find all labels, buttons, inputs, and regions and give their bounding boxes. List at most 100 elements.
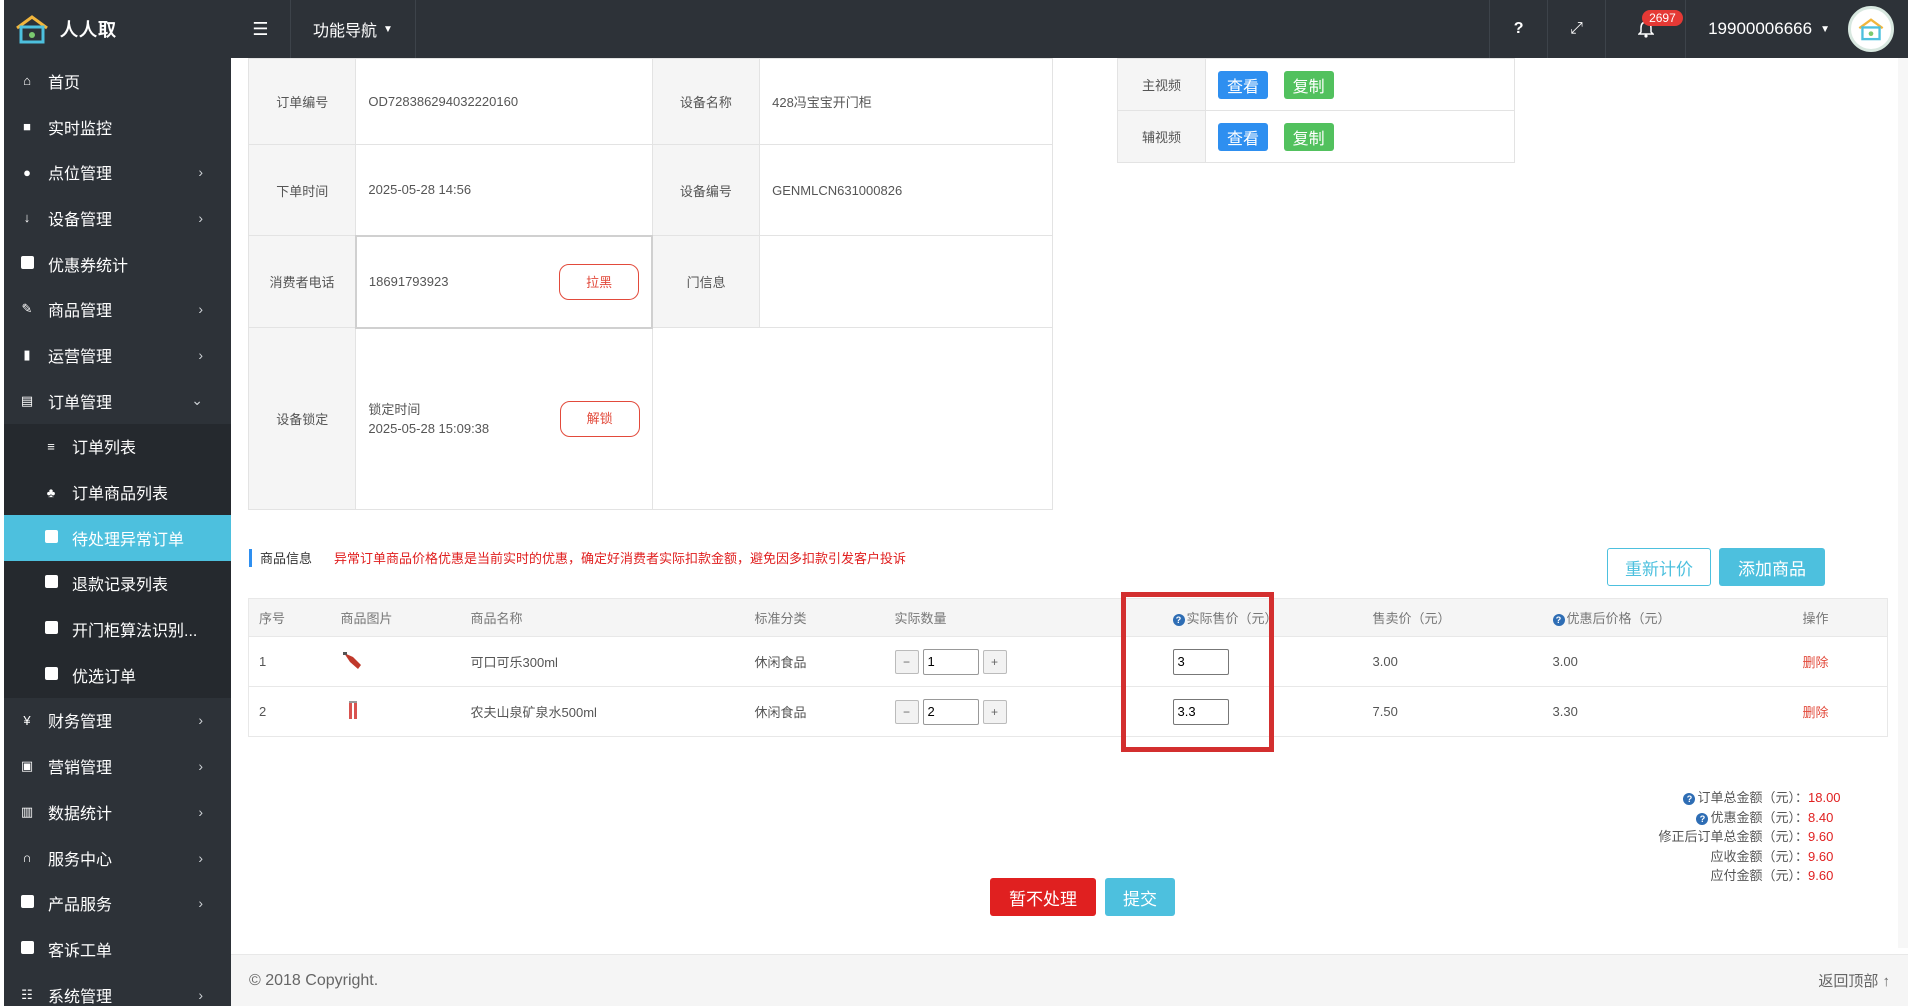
house-logo-icon xyxy=(1858,18,1884,41)
sidebar-item-label: 服务中心 xyxy=(48,851,113,869)
summary-payable-value: 9.60 xyxy=(1808,868,1834,883)
help-circle-icon[interactable]: ? xyxy=(1172,614,1185,626)
col-header-discount-price: ? 优惠后价格（元） xyxy=(1542,598,1793,637)
notification-button[interactable]: 2697 xyxy=(1605,0,1685,58)
col-header-qty: 实际数量 xyxy=(884,598,1139,637)
sidebar-item-order-goods-list[interactable]: ♣ 订单商品列表 xyxy=(4,469,231,515)
quantity-input[interactable] xyxy=(922,648,979,675)
aux-video-view-button[interactable]: 查看 xyxy=(1218,122,1268,151)
hold-button[interactable]: 暂不处理 xyxy=(990,878,1096,916)
yen-icon: ¥ xyxy=(23,712,31,728)
fullscreen-button[interactable]: ⤢ xyxy=(1547,0,1605,58)
headphones-icon: ∩ xyxy=(22,850,32,866)
logo-icon xyxy=(16,15,48,44)
product-name: 可口可乐300ml xyxy=(460,636,745,687)
map-pin-icon: ● xyxy=(23,164,31,180)
sidebar-item-order-list[interactable]: ≡ 订单列表 xyxy=(4,424,231,470)
help-circle-icon[interactable]: ? xyxy=(1696,812,1709,825)
sidebar-item-refund-records[interactable]: 退款记录列表 xyxy=(4,561,231,607)
sidebar-item-finance[interactable]: ¥ 财务管理 › xyxy=(4,698,231,744)
avatar[interactable] xyxy=(1848,6,1894,52)
phone-cell: 18691793923 拉黑 xyxy=(354,234,654,329)
lock-cell: 锁定时间 2025-05-28 15:09:38 解锁 xyxy=(355,327,653,510)
sidebar-item-locations[interactable]: ● 点位管理 › xyxy=(4,149,231,195)
sidebar-item-label: 待处理异常订单 xyxy=(72,531,185,549)
phone-label: 消费者电话 xyxy=(247,235,357,328)
chevron-right-icon: › xyxy=(198,346,203,363)
phone-value: 18691793923 xyxy=(368,274,449,289)
sidebar-item-algorithm-recognition[interactable]: 开门柜算法识别... xyxy=(4,606,231,652)
help-circle-icon[interactable]: ? xyxy=(1552,614,1565,626)
summary-corrected-row: 修正后订单总金额（元）：9.60 xyxy=(1658,827,1844,847)
chevron-right-icon: › xyxy=(198,164,203,181)
help-icon: ? xyxy=(1513,20,1524,37)
aux-video-copy-button[interactable]: 复制 xyxy=(1283,122,1334,151)
main-video-view-button[interactable]: 查看 xyxy=(1218,70,1268,99)
table-row: 2 农夫山泉矿泉水500ml 休闲食品 − + xyxy=(248,686,1888,737)
sidebar-item-operations[interactable]: ▮ 运营管理 › xyxy=(4,332,231,378)
function-nav-dropdown[interactable]: 功能导航 ▼ xyxy=(291,0,416,58)
user-menu[interactable]: 19900006666 ▼ xyxy=(1685,0,1908,58)
video-camera-icon: ■ xyxy=(23,119,31,135)
help-circle-icon[interactable]: ? xyxy=(1683,793,1696,805)
door-info-label: 门信息 xyxy=(651,235,761,328)
row-no: 1 xyxy=(248,636,331,687)
caret-down-icon: ▼ xyxy=(1820,23,1830,35)
back-to-top-link[interactable]: 返回顶部 ↑ xyxy=(1818,970,1890,991)
main-video-actions: 查看 复制 xyxy=(1205,58,1515,111)
delete-link[interactable]: 删除 xyxy=(1792,686,1888,737)
sidebar-item-label: 设备管理 xyxy=(48,211,113,229)
delete-link[interactable]: 删除 xyxy=(1792,636,1888,687)
sidebar-item-marketing[interactable]: ▣ 营销管理 › xyxy=(4,743,231,789)
menu-toggle-button[interactable]: ☰ xyxy=(231,0,291,58)
reprice-button[interactable]: 重新计价 xyxy=(1607,548,1711,586)
increment-button[interactable]: + xyxy=(982,699,1007,724)
sidebar-item-service-center[interactable]: ∩ 服务中心 › xyxy=(4,835,231,881)
square-icon xyxy=(18,255,36,272)
summary-discount-label: 优惠金额（元）： xyxy=(1710,809,1808,825)
sidebar-item-label: 实时监控 xyxy=(48,120,113,138)
order-info-table: 订单编号 OD728386294032220160 设备名称 428冯宝宝开门柜… xyxy=(247,58,1054,510)
sidebar-item-monitor[interactable]: ■ 实时监控 xyxy=(4,104,231,150)
sidebar-item-label: 首页 xyxy=(48,74,81,92)
bookmark-icon: ▮ xyxy=(23,346,31,362)
submit-button[interactable]: 提交 xyxy=(1105,878,1175,916)
sidebar-item-products[interactable]: ✎ 商品管理 › xyxy=(4,286,231,332)
device-no-value: GENMLCN631000826 xyxy=(759,144,1053,236)
col-header-discount-price-label: 优惠后价格（元） xyxy=(1566,611,1671,626)
summary-corrected-label: 修正后订单总金额（元）： xyxy=(1658,829,1808,844)
sidebar-item-home[interactable]: ⌂ 首页 xyxy=(4,58,231,104)
product-image xyxy=(330,686,461,737)
add-goods-button[interactable]: 添加商品 xyxy=(1719,548,1825,586)
sale-price: 3.00 xyxy=(1362,636,1543,687)
unlock-button[interactable]: 解锁 xyxy=(559,400,640,437)
sidebar-item-complaints[interactable]: 客诉工单 xyxy=(4,926,231,972)
decrement-button[interactable]: − xyxy=(894,699,919,724)
sidebar-item-abnormal-orders[interactable]: 待处理异常订单 xyxy=(4,514,231,561)
sidebar-item-preferred-orders[interactable]: 优选订单 xyxy=(4,652,231,698)
help-button[interactable]: ? xyxy=(1489,0,1547,58)
device-no-label: 设备编号 xyxy=(651,144,761,236)
sidebar-item-label: 财务管理 xyxy=(48,714,113,732)
sidebar-item-product-service[interactable]: 产品服务 › xyxy=(4,880,231,926)
main-video-copy-button[interactable]: 复制 xyxy=(1283,70,1334,99)
square-icon xyxy=(42,621,60,637)
col-header-actual-price: ? 实际售价（元） xyxy=(1138,598,1363,637)
sidebar-submenu-orders: ≡ 订单列表 ♣ 订单商品列表 待处理异常订单 退款记录列表 开门柜算法识别..… xyxy=(4,423,231,698)
sidebar-item-orders[interactable]: ▤ 订单管理 ⌄ xyxy=(4,378,231,424)
order-time-label: 下单时间 xyxy=(247,144,357,236)
sidebar-item-statistics[interactable]: ▥ 数据统计 › xyxy=(4,789,231,835)
sidebar-item-coupon-stats[interactable]: 优惠券统计 xyxy=(4,241,231,287)
increment-button[interactable]: + xyxy=(982,649,1007,674)
brand[interactable]: 人人取 xyxy=(4,0,231,58)
summary-total-label: 订单总金额（元）： xyxy=(1697,790,1808,805)
sidebar-item-system[interactable]: ☷ 系统管理 › xyxy=(4,972,231,1006)
quantity-input[interactable] xyxy=(922,698,979,725)
scrollbar[interactable] xyxy=(1898,58,1908,948)
actual-price-input[interactable] xyxy=(1172,648,1229,675)
blacklist-button[interactable]: 拉黑 xyxy=(559,263,640,300)
decrement-button[interactable]: − xyxy=(894,649,919,674)
sidebar-item-devices[interactable]: ↓ 设备管理 › xyxy=(4,195,231,241)
actual-price-input[interactable] xyxy=(1172,698,1229,725)
sidebar-item-label: 系统管理 xyxy=(48,988,113,1006)
